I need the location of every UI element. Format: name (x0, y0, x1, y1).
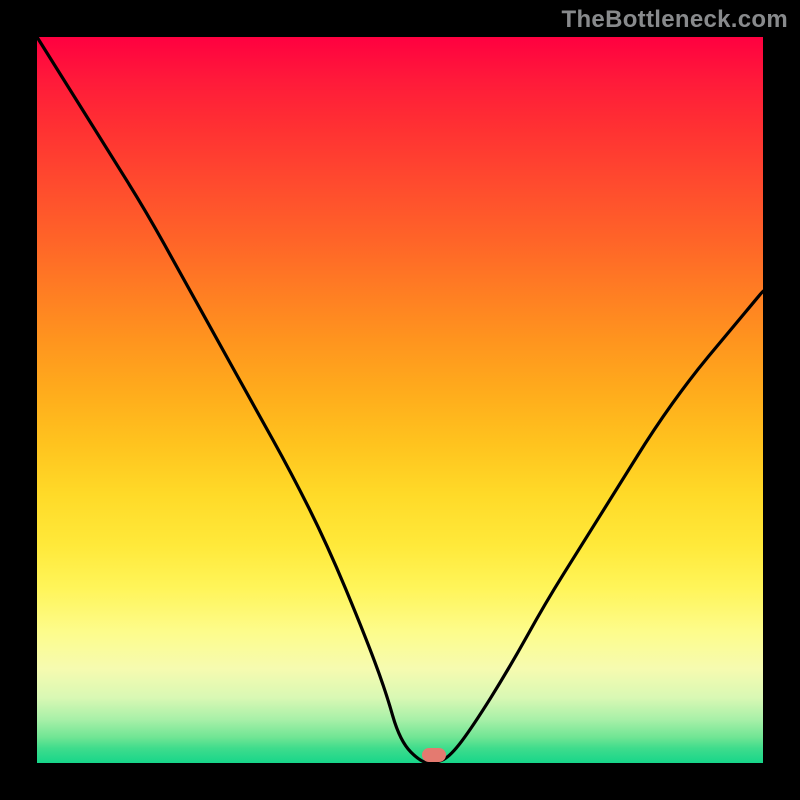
bottleneck-curve (37, 37, 763, 763)
attribution-text: TheBottleneck.com (562, 6, 788, 34)
chart-frame: TheBottleneck.com (0, 0, 800, 800)
minimum-marker (422, 748, 446, 762)
plot-area (37, 37, 763, 763)
curve-path (37, 37, 763, 763)
